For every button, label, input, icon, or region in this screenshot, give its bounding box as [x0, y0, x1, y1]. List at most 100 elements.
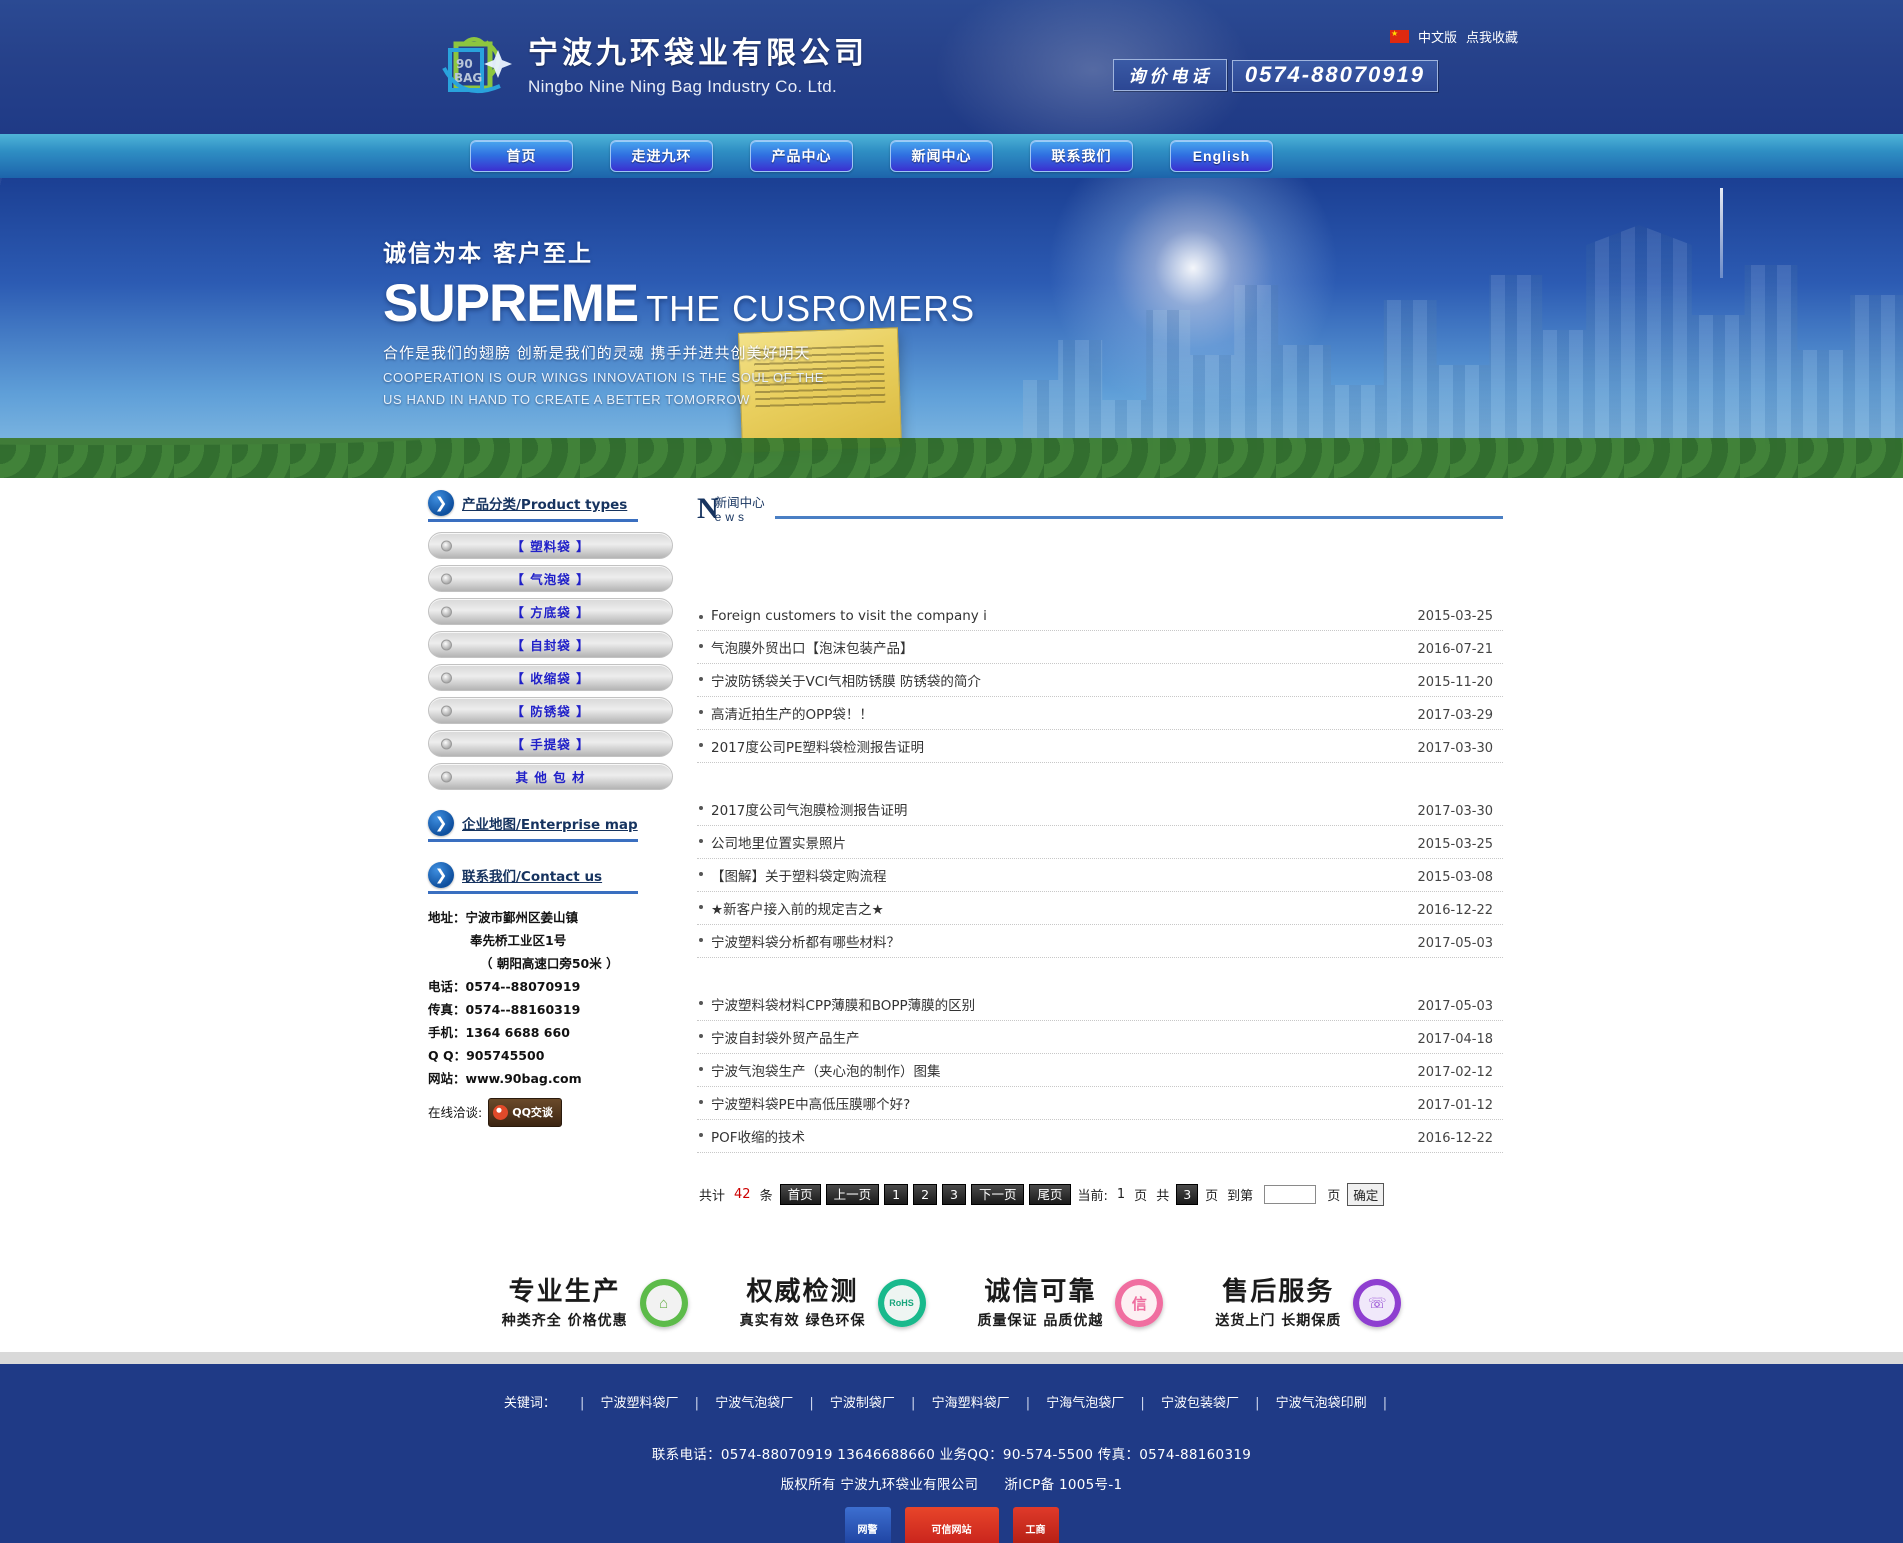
- enterprise-map-heading[interactable]: ❯ 企业地图/Enterprise map: [428, 810, 638, 842]
- footer-badges: 网警 可信网站 工商: [0, 1507, 1903, 1543]
- feature-authoritative-testing: 权威检测 真实有效 绿色环保 RoHS: [740, 1277, 926, 1330]
- qq-chat-button[interactable]: QQ交谈: [488, 1098, 562, 1127]
- kw-separator: |: [809, 1396, 814, 1411]
- keyword-link[interactable]: 宁海气泡袋厂: [1046, 1396, 1124, 1411]
- news-item-date: 2015-03-25: [1417, 837, 1493, 852]
- news-section-heading: N 新闻中心 ews: [697, 490, 1503, 524]
- news-item-title: 2017度公司PE塑料袋检测报告证明: [711, 740, 925, 756]
- nav-english[interactable]: English: [1170, 140, 1273, 172]
- enterprise-map-label: 企业地图/Enterprise map: [462, 817, 638, 833]
- feature-subtitle: 质量保证 品质优越: [977, 1312, 1104, 1329]
- feature-glyph: ⌂: [659, 1294, 669, 1312]
- next-page-button[interactable]: 下一页: [970, 1184, 1025, 1205]
- sidebar-item-ziplock-bag[interactable]: 【 自封袋 】: [428, 631, 673, 658]
- business-license-badge-icon[interactable]: 工商: [1012, 1507, 1059, 1543]
- nav-contact[interactable]: 联系我们: [1030, 140, 1133, 172]
- online-chat-row: 在线洽谈: QQ交谈: [428, 1098, 673, 1127]
- contact-us-label: 联系我们/Contact us: [462, 869, 603, 885]
- contact-site-row: 网站：www.90bag.com: [428, 1067, 673, 1090]
- sidebar-item-shrink-bag[interactable]: 【 收缩袋 】: [428, 664, 673, 691]
- site-logo[interactable]: 90 BAG 宁波九环袋业有限公司 Ningbo Nine Ning Bag I…: [438, 28, 868, 106]
- last-page-button[interactable]: 尾页: [1029, 1184, 1071, 1205]
- keyword-link[interactable]: 宁波气泡袋厂: [715, 1396, 793, 1411]
- feature-professional-production: 专业生产 种类齐全 价格优惠 ⌂: [502, 1277, 688, 1330]
- nav-home[interactable]: 首页: [470, 140, 573, 172]
- current-prefix: 当前:: [1077, 1189, 1108, 1204]
- sidebar-item-other-packaging[interactable]: 其 他 包 材: [428, 763, 673, 790]
- news-item[interactable]: 宁波自封袋外贸产品生产 2017-04-18: [697, 1021, 1503, 1054]
- company-name-cn: 宁波九环袋业有限公司: [528, 36, 868, 71]
- news-list: Foreign customers to visit the company i…: [697, 602, 1503, 1153]
- news-item[interactable]: 宁波塑料袋材料CPP薄膜和BOPP薄膜的区别 2017-05-03: [697, 988, 1503, 1021]
- news-item[interactable]: POF收缩的技术 2016-12-22: [697, 1120, 1503, 1153]
- goto-page-input[interactable]: [1264, 1185, 1317, 1204]
- news-item[interactable]: 宁波气泡袋生产（夹心泡的制作）图集 2017-02-12: [697, 1054, 1503, 1087]
- banner-subtitle-cn: 合作是我们的翅膀 创新是我们的灵魂 携手并进共创美好明天: [383, 344, 811, 362]
- goto-confirm-button[interactable]: 确定: [1347, 1183, 1385, 1206]
- news-item[interactable]: 公司地里位置实景照片 2015-03-25: [697, 826, 1503, 859]
- news-item[interactable]: 高清近拍生产的OPP袋！！ 2017-03-29: [697, 697, 1503, 730]
- feature-glyph: RoHS: [889, 1298, 914, 1308]
- address-line1: 宁波市鄞州区姜山镇: [465, 910, 579, 925]
- keyword-link[interactable]: 宁波包装袋厂: [1161, 1396, 1239, 1411]
- nav-about[interactable]: 走进九环: [610, 140, 713, 172]
- footer-copyright: 版权所有 宁波九环袋业有限公司: [780, 1477, 979, 1493]
- sidebar-item-plastic-bag[interactable]: 【 塑料袋 】: [428, 532, 673, 559]
- page-unit-2: 页: [1205, 1189, 1219, 1204]
- news-item[interactable]: ★新客户接入前的规定吉之★ 2016-12-22: [697, 892, 1503, 925]
- footer-icp: 浙ICP备 1005号-1: [1004, 1477, 1123, 1493]
- category-label: 【 方底袋 】: [511, 605, 590, 620]
- first-page-button[interactable]: 首页: [779, 1184, 821, 1205]
- news-item[interactable]: 宁波塑料袋PE中高低压膜哪个好? 2017-01-12: [697, 1087, 1503, 1120]
- footer-contact-line: 联系电话：0574-88070919 13646688660 业务QQ：90-5…: [651, 1447, 1252, 1463]
- footer-divider: [0, 1352, 1903, 1364]
- site-label: 网站：: [428, 1071, 466, 1086]
- news-item-date: 2017-03-29: [1417, 708, 1493, 723]
- keyword-link[interactable]: 宁波塑料袋厂: [601, 1396, 679, 1411]
- news-item-title: 宁波塑料袋PE中高低压膜哪个好?: [711, 1097, 911, 1113]
- sidebar-item-handbag[interactable]: 【 手提袋 】: [428, 730, 673, 757]
- svg-text:90: 90: [456, 57, 473, 71]
- sidebar-item-bubble-bag[interactable]: 【 气泡袋 】: [428, 565, 673, 592]
- page-unit-1: 页: [1134, 1189, 1148, 1204]
- total-prefix: 共计: [699, 1189, 726, 1204]
- news-item[interactable]: 2017度公司PE塑料袋检测报告证明 2017-03-30: [697, 730, 1503, 763]
- page-button-2[interactable]: 2: [913, 1184, 938, 1205]
- feature-subtitle: 真实有效 绿色环保: [739, 1312, 866, 1329]
- mobile-value: 1364 6688 660: [465, 1025, 570, 1040]
- banner-slogan-cn: 诚信为本 客户至上: [383, 241, 594, 267]
- page-button-3[interactable]: 3: [942, 1184, 966, 1205]
- bag-logo-icon: 90 BAG: [438, 28, 522, 106]
- news-item[interactable]: 宁波防锈袋关于VCI气相防锈膜 防锈袋的简介 2015-11-20: [697, 664, 1503, 697]
- keyword-link[interactable]: 宁波制袋厂: [830, 1396, 895, 1411]
- page-button-1[interactable]: 1: [884, 1184, 909, 1205]
- keyword-link[interactable]: 宁波气泡袋印刷: [1276, 1396, 1367, 1411]
- total-suffix: 条: [759, 1189, 773, 1204]
- trusted-site-badge-icon[interactable]: 可信网站: [904, 1507, 999, 1543]
- sidebar-item-antirust-bag[interactable]: 【 防锈袋 】: [428, 697, 673, 724]
- contact-details: 地址：宁波市鄞州区姜山镇 奉先桥工业区1号 （ 朝阳高速口旁50米 ） 电话：0…: [428, 906, 673, 1127]
- news-item[interactable]: 2017度公司气泡膜检测报告证明 2017-03-30: [697, 793, 1503, 826]
- inquiry-phone-box: 询价电话 0574-88070919: [1113, 56, 1438, 92]
- sidebar-item-flat-bottom-bag[interactable]: 【 方底袋 】: [428, 598, 673, 625]
- left-sidebar: ❯ 产品分类/Product types 【 塑料袋 】 【 气泡袋 】 【 方…: [428, 490, 673, 1206]
- lang-chinese-link[interactable]: 中文版: [1418, 27, 1457, 46]
- police-badge-icon[interactable]: 网警: [844, 1507, 891, 1543]
- news-item[interactable]: 【图解】关于塑料袋定购流程 2015-03-08: [697, 859, 1503, 892]
- contact-us-heading[interactable]: ❯ 联系我们/Contact us: [428, 862, 638, 894]
- news-item[interactable]: 宁波塑料袋分析都有哪些材料？ 2017-05-03: [697, 925, 1503, 958]
- nav-news[interactable]: 新闻中心: [890, 140, 993, 172]
- bullet-dot-icon: [441, 540, 452, 551]
- bookmark-link[interactable]: 点我收藏: [1466, 27, 1518, 46]
- keyword-link[interactable]: 宁海塑料袋厂: [932, 1396, 1010, 1411]
- prev-page-button[interactable]: 上一页: [825, 1184, 880, 1205]
- feature-trustworthy: 诚信可靠 质量保证 品质优越 信: [978, 1277, 1164, 1330]
- news-item[interactable]: 气泡膜外贸出口【泡沫包装产品】 2016-07-21: [697, 631, 1503, 664]
- online-chat-label: 在线洽谈:: [428, 1105, 483, 1120]
- qq-penguin-icon: [493, 1105, 509, 1120]
- total-mid-label: 共: [1156, 1189, 1170, 1204]
- nav-products[interactable]: 产品中心: [750, 140, 853, 172]
- total-pages-badge: 3: [1176, 1184, 1199, 1205]
- page-unit-3: 页: [1327, 1189, 1341, 1204]
- news-item[interactable]: Foreign customers to visit the company i…: [697, 602, 1503, 631]
